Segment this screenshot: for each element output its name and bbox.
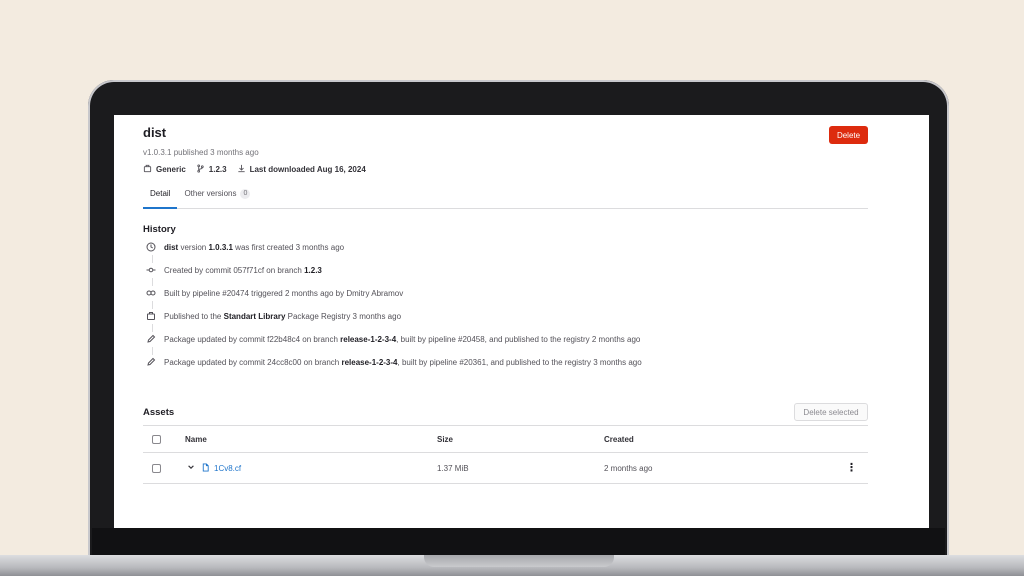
- history-text: Package updated by commit 24cc8c00 on br…: [164, 358, 642, 367]
- column-header-created[interactable]: Created: [604, 426, 634, 452]
- history-item: Created by commit 057f71cf on branch 1.2…: [143, 262, 322, 278]
- package-icon: [143, 308, 158, 324]
- history-text: Published to the Standart Library Packag…: [164, 312, 401, 321]
- file-name: 1Cv8.cf: [214, 463, 242, 473]
- history-item: Built by pipeline #20474 triggered 2 mon…: [143, 285, 403, 301]
- emphasis-text: 1.0.3.1: [208, 242, 233, 252]
- pencil-icon: [143, 354, 158, 370]
- plain-text: , built by pipeline #20458, and publishe…: [396, 334, 641, 344]
- plain-text: Created by commit 057f71cf on branch: [164, 265, 305, 275]
- assets-table: Name Size Created 1Cv8.cf 1.37 MiB 2 mon…: [143, 425, 868, 484]
- download-icon: [237, 164, 246, 175]
- emphasis-text: 1.2.3: [304, 265, 322, 275]
- meta-label: 1.2.3: [208, 165, 227, 174]
- plain-text: version: [178, 242, 209, 252]
- plain-text: Package Registry 3 months ago: [285, 311, 402, 321]
- column-header-size[interactable]: Size: [437, 426, 453, 452]
- column-header-name[interactable]: Name: [185, 426, 207, 452]
- history-item: Package updated by commit f22b48c4 on br…: [143, 331, 640, 347]
- table-header: Name Size Created: [143, 425, 868, 453]
- pencil-icon: [143, 331, 158, 347]
- count-badge: 0: [240, 189, 251, 199]
- history-text: Created by commit 057f71cf on branch 1.2…: [164, 266, 322, 275]
- branch-icon: [196, 164, 205, 175]
- history-heading: History: [143, 224, 176, 235]
- tab-label: Other versions: [184, 189, 237, 198]
- history-item: Package updated by commit 24cc8c00 on br…: [143, 354, 642, 370]
- history-text: dist version 1.0.3.1 was first created 3…: [164, 243, 344, 252]
- emphasis-text: release-1-2-3-4: [340, 334, 397, 344]
- emphasis-text: Standart Library: [223, 311, 286, 321]
- row-actions[interactable]: ⋮: [846, 453, 857, 483]
- row-size: 1.37 MiB: [437, 463, 469, 473]
- file-icon: [201, 462, 210, 474]
- plain-text: Package updated by commit f22b48c4 on br…: [164, 334, 341, 344]
- file-link[interactable]: 1Cv8.cf: [201, 462, 242, 474]
- meta-branch: 1.2.3: [196, 164, 227, 175]
- emphasis-text: release-1-2-3-4: [341, 357, 398, 367]
- package-meta: Generic 1.2.3 Last downloaded Aug 16, 20…: [143, 164, 366, 175]
- row-select-cell: [152, 453, 161, 483]
- assets-heading: Assets: [143, 407, 175, 418]
- history-text: Package updated by commit f22b48c4 on br…: [164, 335, 640, 344]
- select-all-cell: [152, 426, 161, 452]
- package-icon: [143, 164, 152, 175]
- commit-icon: [143, 262, 158, 278]
- kebab-menu-icon[interactable]: ⋮: [846, 462, 857, 474]
- history-item: dist version 1.0.3.1 was first created 3…: [143, 239, 344, 255]
- plain-text: , built by pipeline #20361, and publishe…: [397, 357, 642, 367]
- row-checkbox[interactable]: [152, 463, 161, 473]
- tabs: Detail Other versions 0: [143, 187, 868, 209]
- delete-selected-button[interactable]: Delete selected: [794, 403, 868, 421]
- plain-text: Published to the: [164, 311, 224, 321]
- select-all-checkbox[interactable]: [152, 434, 161, 444]
- tab-detail[interactable]: Detail: [143, 187, 178, 209]
- meta-label: Last downloaded Aug 16, 2024: [249, 165, 366, 174]
- delete-button[interactable]: Delete: [829, 126, 868, 144]
- package-subtitle: v1.0.3.1 published 3 months ago: [143, 148, 259, 157]
- meta-type: Generic: [143, 164, 186, 175]
- plain-text: was first created 3 months ago: [232, 242, 345, 252]
- plain-text: Package updated by commit 24cc8c00 on br…: [164, 357, 342, 367]
- row-created: 2 months ago: [604, 463, 653, 473]
- history-text: Built by pipeline #20474 triggered 2 mon…: [164, 289, 403, 298]
- emphasis-text: dist: [164, 242, 179, 252]
- clock-icon: [143, 239, 158, 255]
- screen: dist Delete v1.0.3.1 published 3 months …: [114, 115, 929, 528]
- history-item: Published to the Standart Library Packag…: [143, 308, 401, 324]
- chevron-down-icon[interactable]: [187, 463, 195, 473]
- meta-downloads: Last downloaded Aug 16, 2024: [237, 164, 366, 175]
- table-row: 1Cv8.cf 1.37 MiB 2 months ago ⋮: [143, 453, 868, 484]
- meta-label: Generic: [156, 165, 186, 174]
- pipeline-icon: [143, 285, 158, 301]
- tab-label: Detail: [150, 189, 171, 198]
- laptop-notch: [424, 555, 614, 567]
- laptop-bezel: [92, 528, 945, 556]
- tab-other-versions[interactable]: Other versions 0: [177, 187, 257, 209]
- row-name-cell: 1Cv8.cf: [187, 453, 241, 483]
- page-title: dist: [143, 125, 167, 140]
- plain-text: Built by pipeline #20474 triggered 2 mon…: [164, 288, 404, 298]
